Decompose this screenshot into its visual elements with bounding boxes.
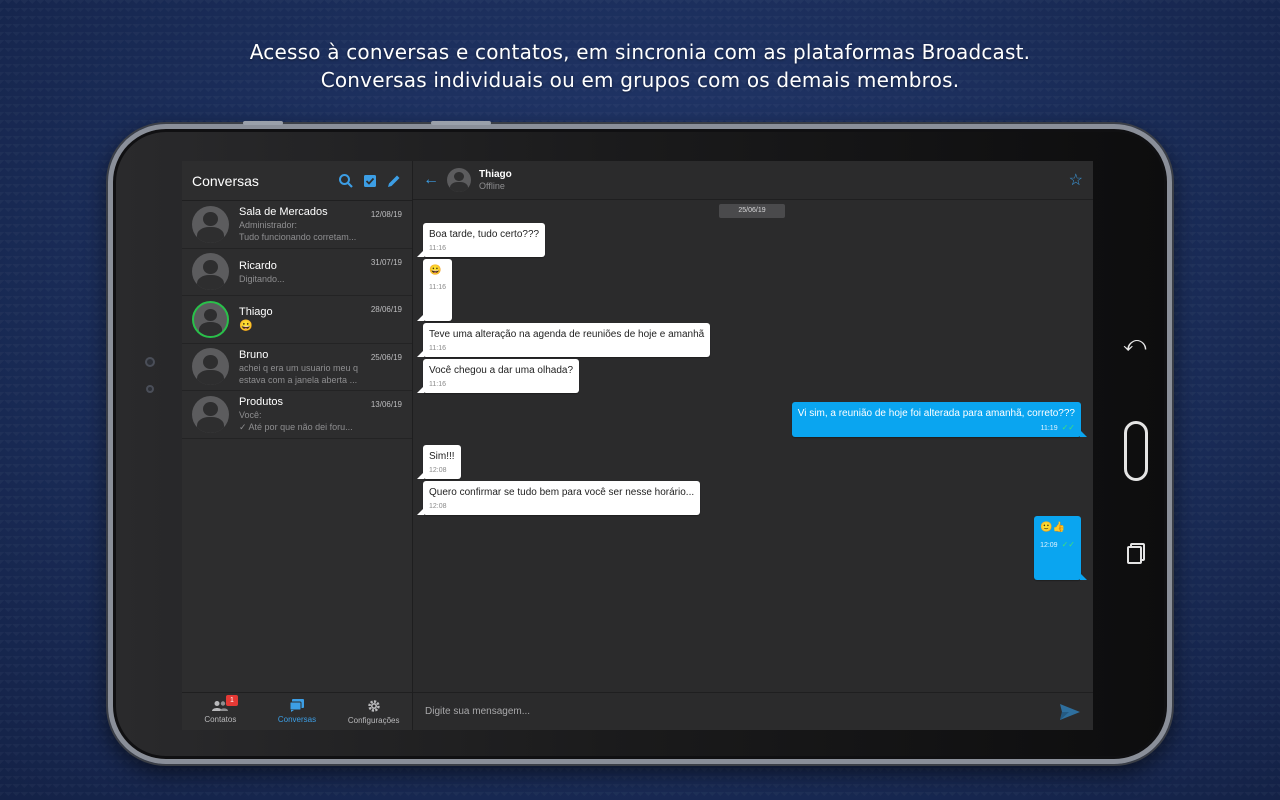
avatar <box>192 205 229 243</box>
nav-label: Conversas <box>277 715 317 724</box>
bottom-navigation: 1 Contatos Conversas Configurações <box>182 692 412 730</box>
conversations-sidebar: Conversas Sala de Mercados Administrador… <box>182 161 413 730</box>
message-time: 12:08 <box>429 503 447 510</box>
message-time: 11:19 <box>1040 425 1058 432</box>
message-time: 11:16 <box>429 245 446 252</box>
nav-configuracoes[interactable]: Configurações <box>335 693 412 730</box>
checkbox-icon[interactable] <box>362 173 378 189</box>
message-incoming[interactable]: Teve uma alteração na agenda de reuniões… <box>416 323 711 357</box>
sidebar-title: Conversas <box>192 172 259 189</box>
conversation-date: 31/07/19 <box>370 257 402 267</box>
message-text: Teve uma alteração na agenda de reuniões… <box>429 329 705 340</box>
conversation-preview-2: Tudo funcionando corretam... <box>239 232 357 243</box>
conversation-item[interactable]: Ricardo Digitando... 31/07/19 <box>182 249 412 296</box>
contact-name: Thiago <box>479 168 512 180</box>
conversation-preview: Você: <box>239 410 262 421</box>
contact-avatar <box>447 168 471 192</box>
message-text: Boa tarde, tudo certo??? <box>429 229 540 240</box>
conversation-item[interactable]: Thiago 😀 28/06/19 <box>182 296 412 344</box>
message-text: Vi sim, a reunião de hoje foi alterada p… <box>797 408 1075 419</box>
nav-label: Configurações <box>347 715 400 725</box>
conversation-item[interactable]: Bruno achei q era um usuario meu q estav… <box>182 344 412 391</box>
double-check-icon: ✓✓ <box>1061 540 1075 549</box>
hardware-home-button[interactable] <box>1124 421 1148 481</box>
message-text: Sim!!! <box>429 451 455 462</box>
message-composer <box>413 692 1093 730</box>
message-emoji: 😀 <box>429 265 442 276</box>
message-incoming[interactable]: 😀 11:16 <box>417 259 452 321</box>
conversation-date: 28/06/19 <box>370 305 402 314</box>
message-outgoing[interactable]: Vi sim, a reunião de hoje foi alterada p… <box>791 402 1088 437</box>
message-text: Quero confirmar se tudo bem para você se… <box>429 487 695 498</box>
nav-label: Contatos <box>204 714 237 724</box>
chat-panel: ← Thiago Offline ☆ 25/06/19 Boa tarde, t… <box>413 161 1093 730</box>
tablet-volume-button <box>243 121 283 125</box>
conversation-preview: 😀 <box>239 320 253 333</box>
nav-contatos[interactable]: 1 Contatos <box>182 693 259 730</box>
conversation-date: 25/06/19 <box>370 352 402 362</box>
conversation-date: 12/08/19 <box>370 210 402 219</box>
message-incoming[interactable]: Sim!!! 12:08 <box>417 445 461 479</box>
unread-badge: 1 <box>226 695 238 706</box>
conversation-preview-2: estava com a janela aberta ... <box>239 374 358 385</box>
conversation-preview: achei q era um usuario meu q <box>239 362 359 373</box>
hardware-recent-apps-icon[interactable] <box>1127 543 1145 564</box>
pencil-icon[interactable] <box>386 173 402 189</box>
conversation-preview: Digitando... <box>239 273 285 284</box>
message-outgoing[interactable]: 🙂👍 12:09 ✓✓ <box>1034 516 1087 580</box>
conversation-item[interactable]: Sala de Mercados Administrador: Tudo fun… <box>182 201 412 249</box>
message-text: Você chegou a dar uma olhada? <box>429 365 573 376</box>
back-arrow-icon[interactable]: ← <box>423 171 443 189</box>
message-time: 11:16 <box>429 381 446 388</box>
gear-icon <box>367 699 380 712</box>
conversation-preview-2: ✓ Até por que não dei foru... <box>239 422 353 433</box>
tablet-camera <box>146 385 154 393</box>
star-icon[interactable]: ☆ <box>1069 170 1083 190</box>
promo-headline: Acesso à conversas e contatos, em sincro… <box>0 38 1280 94</box>
headline-line-1: Acesso à conversas e contatos, em sincro… <box>249 40 1031 64</box>
conversation-list: Sala de Mercados Administrador: Tudo fun… <box>182 201 412 439</box>
avatar <box>192 395 229 433</box>
contact-status: Offline <box>479 180 505 191</box>
message-emoji: 🙂👍 <box>1040 522 1065 533</box>
message-incoming[interactable]: Você chegou a dar uma olhada? 11:16 <box>417 359 579 393</box>
message-time: 12:09 <box>1040 542 1058 549</box>
chat-icon <box>290 699 304 712</box>
tablet-sensor <box>145 357 155 367</box>
nav-conversas[interactable]: Conversas <box>259 693 336 730</box>
send-icon[interactable] <box>1059 703 1081 721</box>
avatar <box>192 253 229 291</box>
message-input[interactable] <box>425 706 1059 717</box>
message-time: 11:16 <box>429 345 446 352</box>
app-screen: Conversas Sala de Mercados Administrador… <box>182 161 1093 730</box>
message-meta: 11:19 ✓✓ <box>798 423 1075 433</box>
avatar-online <box>192 300 229 338</box>
search-icon[interactable] <box>338 173 354 189</box>
chat-header: ← Thiago Offline ☆ <box>413 161 1093 200</box>
double-check-icon: ✓✓ <box>1061 423 1075 432</box>
date-separator: 25/06/19 <box>719 204 785 218</box>
headline-line-2: Conversas individuais ou em grupos com o… <box>320 68 960 92</box>
message-time: 12:08 <box>429 467 447 474</box>
message-incoming[interactable]: Quero confirmar se tudo bem para você se… <box>416 481 701 515</box>
message-time: 11:16 <box>429 284 446 291</box>
conversation-preview: Administrador: <box>239 220 298 231</box>
conversation-date: 13/06/19 <box>370 400 402 409</box>
conversation-item[interactable]: Produtos Você: ✓ Até por que não dei for… <box>182 391 412 439</box>
hardware-back-icon[interactable]: ⤺ <box>1123 331 1147 357</box>
avatar <box>192 348 229 386</box>
tablet-power-button <box>431 121 491 125</box>
message-meta: 12:09 ✓✓ <box>1040 540 1075 550</box>
sidebar-header: Conversas <box>182 161 412 201</box>
message-incoming[interactable]: Boa tarde, tudo certo??? 11:16 <box>416 223 546 257</box>
